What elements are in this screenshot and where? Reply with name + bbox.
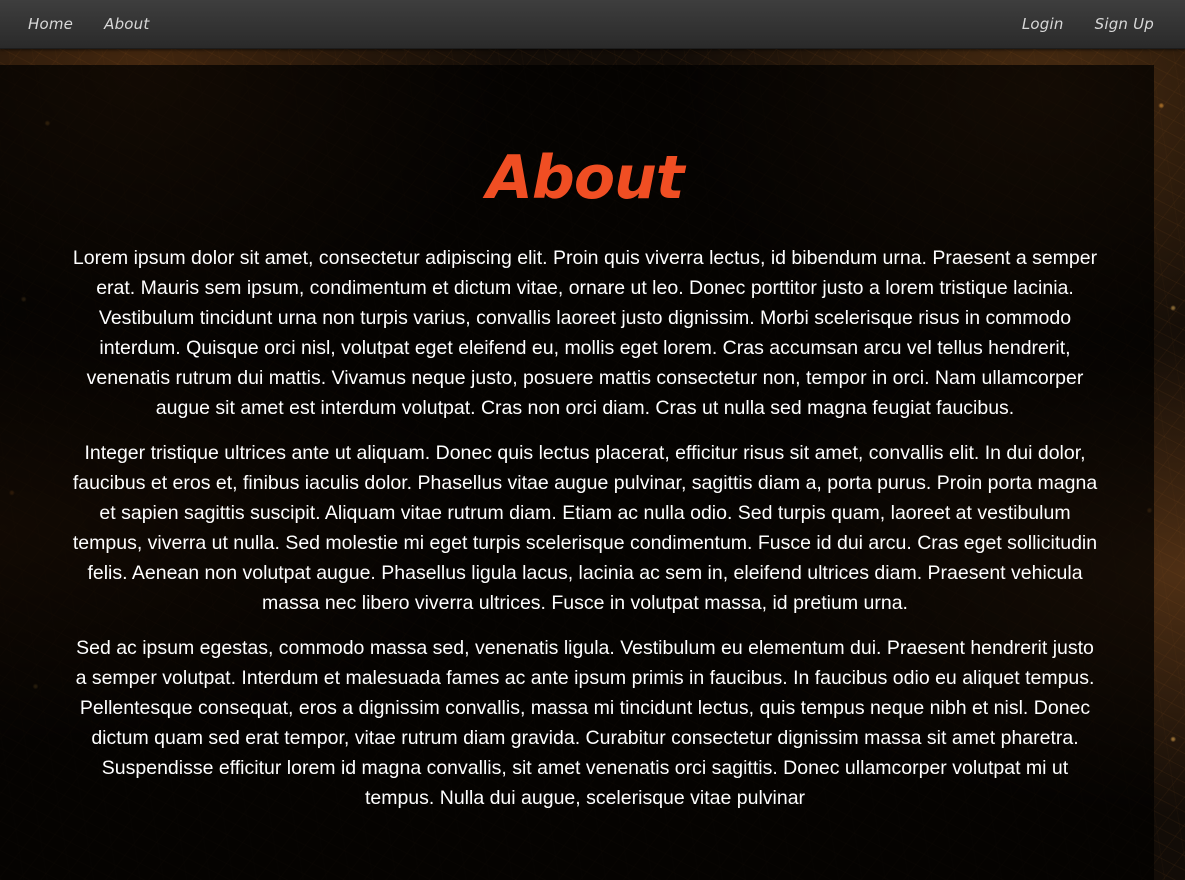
about-paragraph-3: Sed ac ipsum egestas, commodo massa sed,… bbox=[75, 637, 1095, 809]
nav-right-group: Login Sign Up bbox=[991, 0, 1154, 48]
about-body: Lorem ipsum dolor sit amet, consectetur … bbox=[69, 243, 1101, 828]
nav-about-link[interactable]: About bbox=[104, 15, 149, 33]
about-paragraph-2: Integer tristique ultrices ante ut aliqu… bbox=[72, 442, 1098, 614]
nav-left-group: Home About bbox=[28, 0, 180, 48]
nav-home-link[interactable]: Home bbox=[28, 15, 73, 33]
nav-login-link[interactable]: Login bbox=[1022, 15, 1064, 33]
about-paragraph-1: Lorem ipsum dolor sit amet, consectetur … bbox=[72, 247, 1098, 419]
nav-signup-link[interactable]: Sign Up bbox=[1095, 15, 1154, 33]
page-title: About bbox=[486, 143, 684, 213]
top-navbar: Home About Login Sign Up bbox=[0, 0, 1185, 49]
